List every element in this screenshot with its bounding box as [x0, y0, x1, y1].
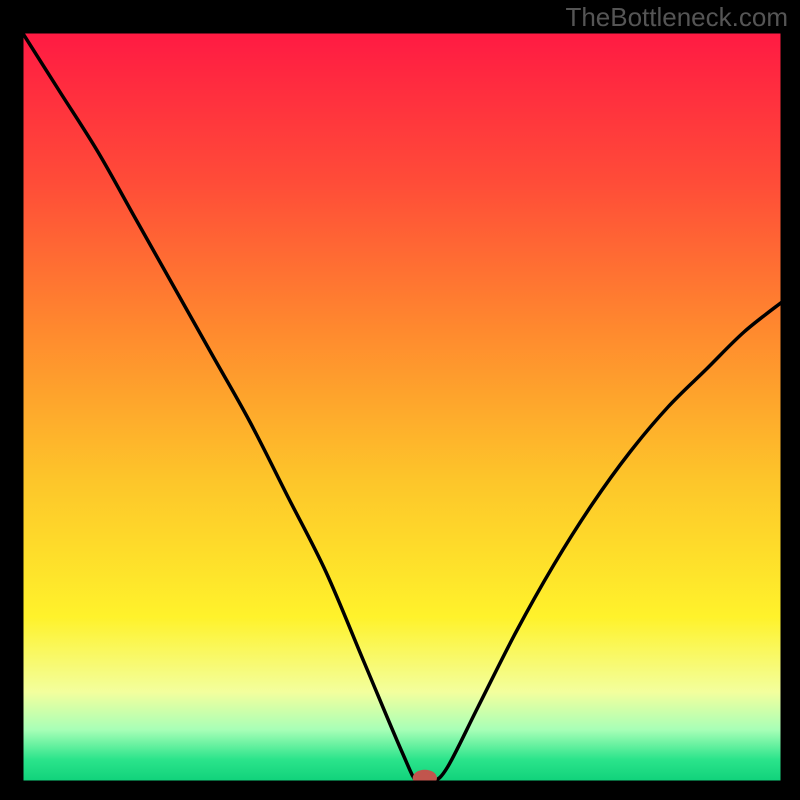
chart-svg: [0, 0, 800, 800]
watermark-label: TheBottleneck.com: [565, 2, 788, 33]
bottleneck-chart: TheBottleneck.com: [0, 0, 800, 800]
